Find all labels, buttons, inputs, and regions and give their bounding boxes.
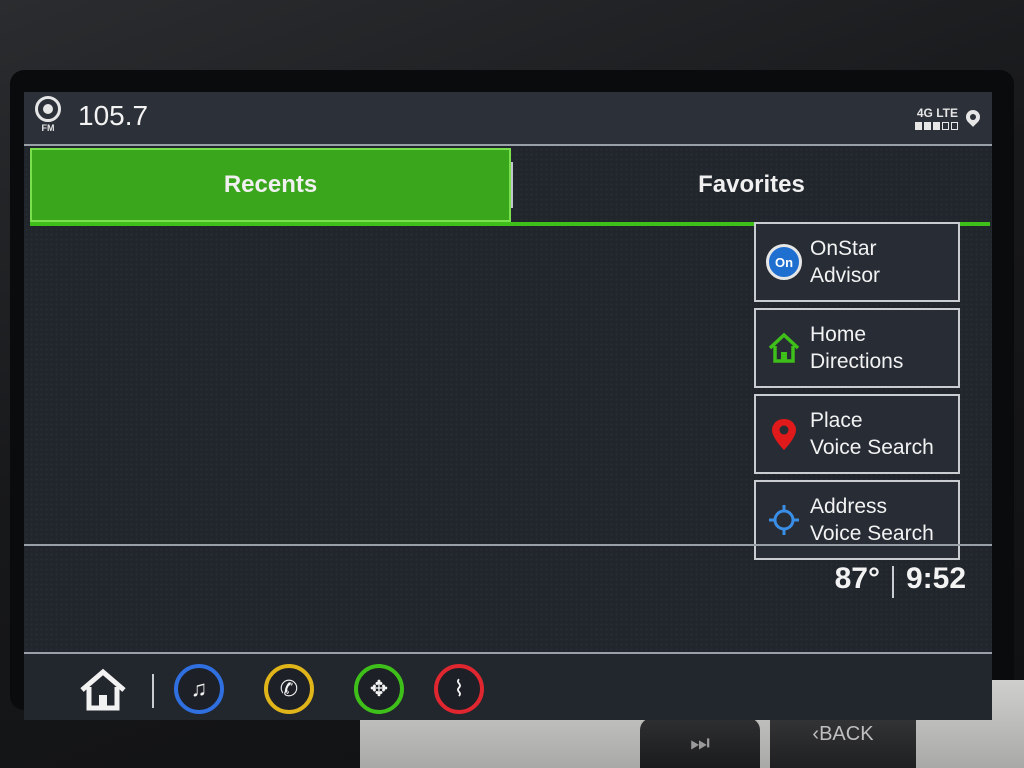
onstar-advisor-button[interactable]: On OnStar Advisor bbox=[754, 222, 960, 302]
place-voice-search-button[interactable]: Place Voice Search bbox=[754, 394, 960, 474]
fm-label: FM bbox=[41, 123, 55, 133]
status-bar: FM 105.7 4G LTE bbox=[24, 92, 992, 146]
shortcut-line2: Advisor bbox=[810, 264, 881, 287]
signal-bar bbox=[915, 122, 922, 130]
outside-temperature: 87° bbox=[834, 562, 880, 595]
climate-app-icon[interactable]: ⌇ bbox=[434, 664, 484, 714]
shortcut-list: On OnStar Advisor Home Directions Place … bbox=[754, 222, 966, 566]
radio-station[interactable]: 105.7 bbox=[78, 100, 148, 132]
location-icon bbox=[963, 107, 983, 127]
map-pin-icon bbox=[766, 416, 802, 452]
shortcut-line2: Voice Search bbox=[810, 522, 934, 545]
tab-recents[interactable]: Recents bbox=[30, 148, 511, 222]
home-screen-icon bbox=[80, 668, 126, 711]
clock[interactable]: 9:52 bbox=[906, 562, 966, 596]
home-icon bbox=[766, 330, 802, 366]
info-divider bbox=[892, 566, 894, 598]
audio-app-icon[interactable]: ♫ bbox=[174, 664, 224, 714]
signal-bar bbox=[933, 122, 940, 130]
fast-forward-icon: ⏭ bbox=[690, 730, 710, 755]
shortcut-line2: Voice Search bbox=[810, 436, 934, 459]
info-bar: 87° 9:52 bbox=[24, 544, 992, 606]
shortcut-line2: Directions bbox=[810, 350, 904, 373]
signal-bar bbox=[951, 122, 958, 130]
back-chevron-icon: ‹ bbox=[812, 722, 820, 745]
app-bar: ♫ ✆ ✥ ⌇ bbox=[24, 652, 992, 720]
network-label: 4G LTE bbox=[916, 106, 958, 120]
fm-radio-icon[interactable]: FM bbox=[30, 96, 66, 140]
shortcut-line1: Place bbox=[810, 409, 863, 432]
back-button-label: BACK bbox=[819, 722, 874, 745]
signal-strength-icon bbox=[915, 122, 958, 130]
onstar-icon: On bbox=[766, 244, 802, 280]
shortcut-line1: Address bbox=[810, 495, 888, 518]
navigation-app-icon[interactable]: ✥ bbox=[354, 664, 404, 714]
seek-forward-button[interactable]: ⏭ bbox=[640, 718, 760, 768]
shortcut-line1: OnStar bbox=[810, 237, 877, 260]
signal-bar bbox=[942, 122, 949, 130]
tab-bar: Recents Favorites bbox=[30, 148, 990, 226]
home-button[interactable] bbox=[78, 668, 128, 712]
network-status: 4G LTE bbox=[915, 106, 958, 130]
home-directions-button[interactable]: Home Directions bbox=[754, 308, 960, 388]
crosshair-icon bbox=[766, 502, 802, 538]
shortcut-line1: Home bbox=[810, 323, 867, 346]
app-bar-divider bbox=[152, 674, 154, 708]
tab-favorites[interactable]: Favorites bbox=[513, 148, 990, 222]
signal-bar bbox=[924, 122, 931, 130]
infotainment-screen: FM 105.7 4G LTE Recents Favorites On OnS… bbox=[24, 92, 992, 720]
phone-app-icon[interactable]: ✆ bbox=[264, 664, 314, 714]
